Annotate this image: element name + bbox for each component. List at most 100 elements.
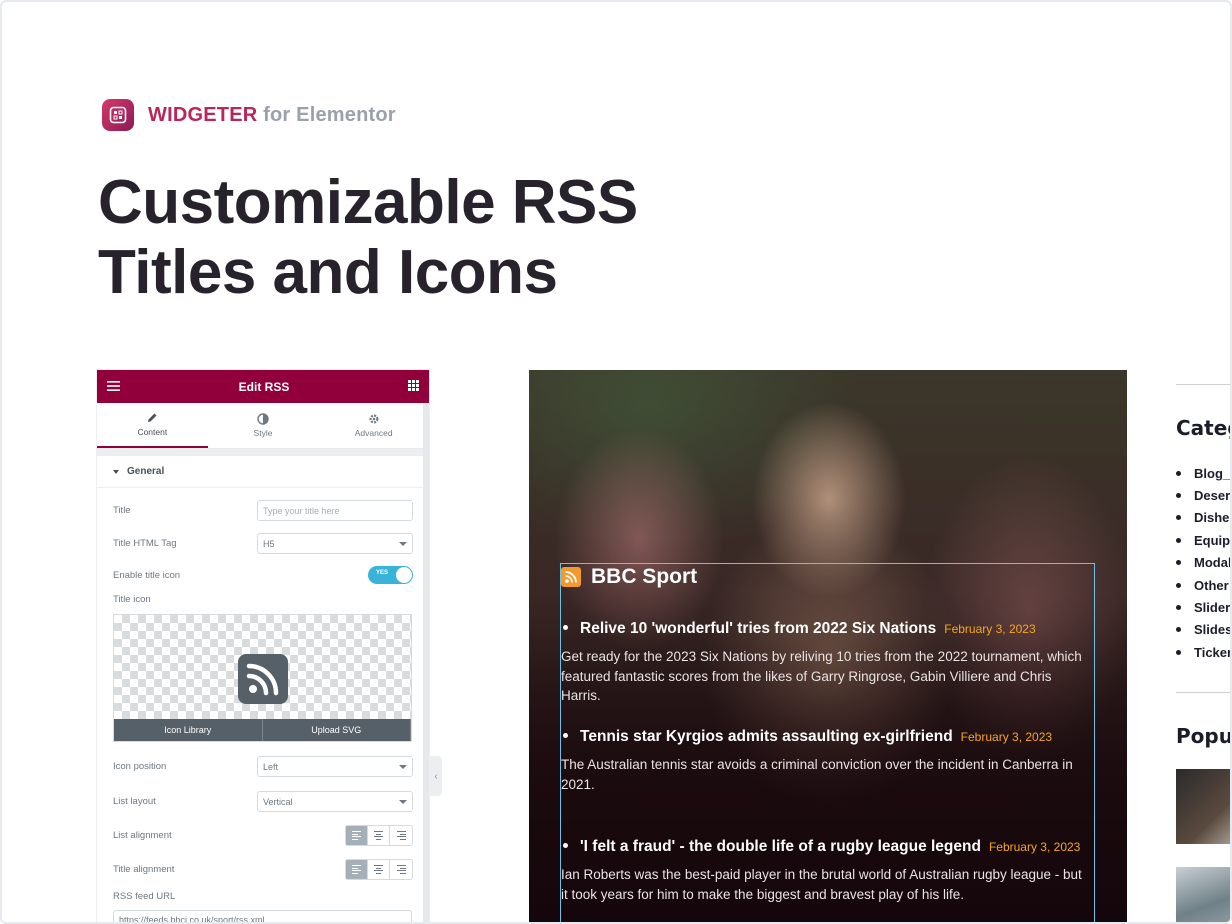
list-alignment-label: List alignment [113, 830, 172, 841]
categories-heading: Categ [1176, 416, 1230, 440]
icon-position-select[interactable]: Left [257, 756, 413, 777]
rss-item: 'I felt a fraud' - the double life of a … [561, 836, 1091, 904]
rss-url-input[interactable]: https://feeds.bbci.co.uk/sport/rss.xml [113, 910, 412, 924]
select-caret-icon [399, 799, 407, 804]
rss-item-date: February 3, 2023 [944, 622, 1036, 636]
rss-item: Tennis star Kyrgios admits assaulting ex… [561, 726, 1091, 794]
collapse-panel-handle[interactable]: ‹ [430, 756, 442, 796]
select-caret-icon [399, 541, 407, 546]
chevron-left-icon: ‹ [434, 770, 438, 782]
rss-item-title-line: Relive 10 'wonderful' tries from 2022 Si… [561, 618, 1091, 640]
site-sidebar: Categ Blog_v Deser Dishes Equipr Modal O… [1162, 370, 1230, 922]
category-item[interactable]: Slider [1176, 596, 1230, 618]
category-item[interactable]: Equipr [1176, 529, 1230, 551]
icon-picker[interactable]: Icon Library Upload SVG [113, 614, 412, 742]
tab-content[interactable]: Content [97, 403, 208, 448]
rss-feed-title-text: BBC Sport [591, 565, 698, 588]
popular-post-thumbnail[interactable] [1176, 867, 1230, 922]
sidebar-divider [1176, 692, 1230, 693]
title-tag-row: Title HTML Tag H5 [113, 533, 413, 554]
align-left-icon[interactable] [346, 826, 368, 845]
list-layout-value: Vertical [263, 796, 293, 807]
title-label: Title [113, 505, 131, 516]
title-icon-label: Title icon [113, 594, 151, 605]
panel-header: Edit RSS [97, 370, 429, 403]
rss-item-date: February 3, 2023 [988, 840, 1081, 854]
apps-grid-icon[interactable] [407, 378, 419, 396]
rss-item-title-line: Tennis star Kyrgios admits assaulting ex… [561, 726, 1091, 748]
section-general-toggle[interactable]: General [97, 456, 429, 488]
brand-name: WIDGETER [148, 103, 258, 126]
category-item[interactable]: Deser [1176, 484, 1230, 506]
list-layout-row: List layout Vertical [113, 791, 413, 812]
rss-item-description: Ian Roberts was the best-paid player in … [561, 867, 1082, 902]
title-input-placeholder: Type your title here [263, 505, 340, 516]
align-right-icon[interactable] [390, 860, 412, 879]
title-tag-value: H5 [263, 538, 275, 549]
rss-item: Relive 10 'wonderful' tries from 2022 Si… [561, 618, 1091, 706]
upload-svg-button[interactable]: Upload SVG [262, 719, 411, 741]
headline: Customizable RSS Titles and Icons [98, 168, 638, 308]
rss-item-description: Get ready for the 2023 Six Nations by re… [561, 649, 1082, 703]
title-alignment-control [345, 859, 413, 880]
page-frame: WIDGETER for Elementor Customizable RSS … [0, 0, 1232, 924]
toggle-text: YES [376, 570, 389, 576]
tab-style[interactable]: Style [208, 403, 319, 448]
tab-advanced[interactable]: Advanced [318, 403, 429, 448]
icon-position-row: Icon position Left [113, 756, 413, 777]
enable-icon-toggle[interactable]: YES [368, 566, 413, 584]
icon-library-button[interactable]: Icon Library [114, 719, 263, 741]
gear-icon [369, 414, 379, 424]
category-item[interactable]: Ticker [1176, 641, 1230, 663]
title-alignment-row: Title alignment [113, 859, 413, 880]
rss-item-title-line: 'I felt a fraud' - the double life of a … [561, 836, 1091, 858]
tab-style-label: Style [253, 428, 273, 438]
align-center-icon[interactable] [368, 826, 390, 845]
brand: WIDGETER for Elementor [102, 99, 396, 131]
title-row: Title Type your title here [113, 500, 413, 521]
rss-item-title[interactable]: 'I felt a fraud' - the double life of a … [580, 838, 981, 855]
caret-down-icon [113, 469, 119, 474]
rss-feed-icon [238, 654, 288, 704]
preview-canvas: BBC Sport Relive 10 'wonderful' tries fr… [529, 370, 1127, 922]
rss-item-title[interactable]: Relive 10 'wonderful' tries from 2022 Si… [580, 620, 936, 637]
rss-feed-title: BBC Sport [561, 565, 697, 589]
widgeter-logo-icon [102, 99, 134, 131]
title-alignment-label: Title alignment [113, 864, 175, 875]
category-item[interactable]: Slides [1176, 619, 1230, 641]
align-left-icon[interactable] [346, 860, 368, 879]
rss-item-title[interactable]: Tennis star Kyrgios admits assaulting ex… [580, 728, 953, 745]
category-item[interactable]: Other [1176, 574, 1230, 596]
rss-url-value: https://feeds.bbci.co.uk/sport/rss.xml [119, 915, 265, 924]
category-item[interactable]: Modal [1176, 552, 1230, 574]
align-center-icon[interactable] [368, 860, 390, 879]
title-tag-select[interactable]: H5 [257, 533, 413, 554]
list-alignment-control [345, 825, 413, 846]
list-alignment-row: List alignment [113, 825, 413, 846]
sidebar-divider [1176, 384, 1230, 385]
edit-panel: Edit RSS Content Style Advanced General [97, 370, 429, 924]
pencil-icon [148, 413, 157, 422]
align-right-icon[interactable] [390, 826, 412, 845]
headline-line-2: Titles and Icons [98, 238, 558, 307]
rss-url-row: RSS feed URL [113, 891, 413, 902]
popular-post-thumbnail[interactable] [1176, 769, 1230, 844]
rss-icon [561, 567, 581, 587]
tab-content-label: Content [137, 427, 168, 437]
category-item[interactable]: Dishes [1176, 507, 1230, 529]
headline-line-1: Customizable RSS [98, 168, 638, 237]
icon-position-label: Icon position [113, 761, 167, 772]
title-tag-label: Title HTML Tag [113, 538, 177, 549]
icon-position-value: Left [263, 761, 279, 772]
select-caret-icon [399, 764, 407, 769]
section-divider [97, 449, 429, 456]
category-item[interactable]: Blog_v [1176, 462, 1230, 484]
panel-scrollbar[interactable] [423, 403, 429, 922]
title-input[interactable]: Type your title here [257, 500, 413, 521]
tab-advanced-label: Advanced [354, 428, 393, 438]
list-layout-select[interactable]: Vertical [257, 791, 413, 812]
hamburger-menu-icon[interactable] [107, 378, 120, 396]
half-circle-icon [257, 413, 269, 425]
bullet-icon [563, 842, 568, 848]
title-icon-row: Title icon [113, 594, 413, 605]
